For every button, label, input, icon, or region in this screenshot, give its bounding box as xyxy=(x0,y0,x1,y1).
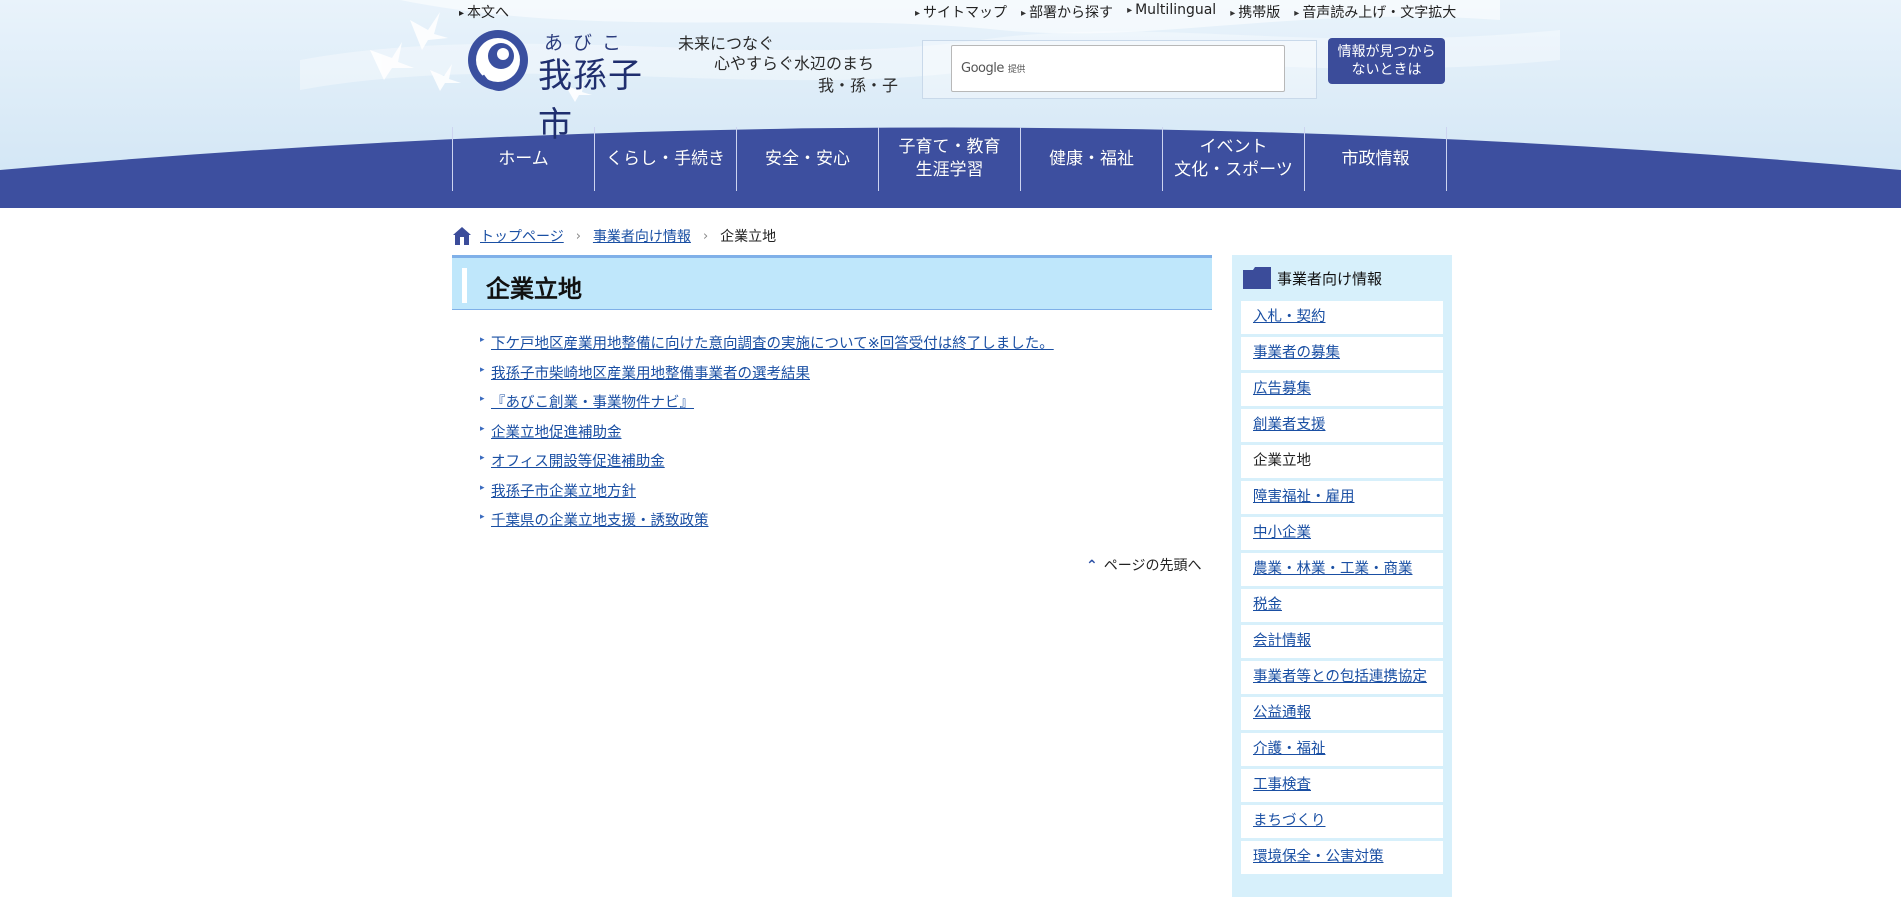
sidebar-item: まちづくり xyxy=(1241,805,1443,838)
page-title: 企業立地 xyxy=(486,275,582,303)
main-content: 企業立地 下ケ戸地区産業用地整備に向けた意向調査の実施について※回答受付は終了し… xyxy=(452,255,1212,574)
accessibility-link[interactable]: 音声読み上げ・文字拡大 xyxy=(1294,2,1456,21)
chevron-right-icon: › xyxy=(575,228,581,244)
home-icon xyxy=(453,227,471,245)
breadcrumb-business-info[interactable]: 事業者向け情報 xyxy=(593,226,691,246)
sitemap-link[interactable]: サイトマップ xyxy=(915,2,1007,21)
sidebar: 事業者向け情報 入札・契約 事業者の募集 広告募集 創業者支援 企業立地 障害福… xyxy=(1232,255,1452,897)
sidebar-link[interactable]: 入札・契約 xyxy=(1253,309,1326,325)
back-to-top-link[interactable]: ページの先頭へ xyxy=(1086,555,1202,575)
department-search-link[interactable]: 部署から探す xyxy=(1021,2,1113,21)
site-logo[interactable]: あびこ 我孫子市 xyxy=(468,28,668,145)
utility-nav: サイトマップ 部署から探す Multilingual 携帯版 音声読み上げ・文字… xyxy=(915,2,1456,21)
sidebar-item: 会計情報 xyxy=(1241,625,1443,658)
sidebar-item-current: 企業立地 xyxy=(1241,445,1443,478)
multilingual-link[interactable]: Multilingual xyxy=(1127,2,1216,20)
city-tagline: 未来につなぐ 心やすらぐ水辺のまち 我・孫・子 xyxy=(668,28,904,98)
sidebar-link[interactable]: 農業・林業・工業・商業 xyxy=(1253,561,1413,577)
sidebar-current-label: 企業立地 xyxy=(1253,453,1311,469)
sidebar-item: 事業者の募集 xyxy=(1241,337,1443,370)
list-item: 千葉県の企業立地支援・誘致政策 xyxy=(480,509,1054,539)
breadcrumb-top-page[interactable]: トップページ xyxy=(480,226,564,246)
city-emblem-icon xyxy=(468,30,528,91)
content-link[interactable]: 企業立地促進補助金 xyxy=(491,425,622,441)
list-item: 我孫子市柴崎地区産業用地整備事業者の選考結果 xyxy=(480,362,1054,392)
gnav-safety[interactable]: 安全・安心 xyxy=(737,127,879,191)
google-brand-suffix: 提供 xyxy=(1007,65,1026,75)
content-link[interactable]: 下ケ戸地区産業用地整備に向けた意向調査の実施について※回答受付は終了しました。 xyxy=(491,336,1054,352)
global-nav: ホーム くらし・手続き 安全・安心 子育て・教育 生涯学習 健康・福祉 イベント… xyxy=(452,127,1447,191)
tagline-line-2: 心やすらぐ水辺のまち xyxy=(714,54,875,73)
sidebar-item: 中小企業 xyxy=(1241,517,1443,550)
breadcrumb-current: 企業立地 xyxy=(720,229,777,245)
gnav-home[interactable]: ホーム xyxy=(453,127,595,191)
sidebar-title: 事業者向け情報 xyxy=(1277,269,1383,288)
sidebar-link[interactable]: 介護・福祉 xyxy=(1253,741,1326,757)
sidebar-link[interactable]: 事業者の募集 xyxy=(1253,345,1340,361)
site-search: Google 提供 xyxy=(922,40,1317,99)
sidebar-link[interactable]: 広告募集 xyxy=(1253,381,1311,397)
cannot-find-info-button[interactable]: 情報が見つから ないときは xyxy=(1328,38,1445,84)
sidebar-header: 事業者向け情報 xyxy=(1243,265,1382,291)
sidebar-item: 障害福祉・雇用 xyxy=(1241,481,1443,514)
sidebar-link[interactable]: 環境保全・公害対策 xyxy=(1253,849,1384,865)
sidebar-item: 事業者等との包括連携協定 xyxy=(1241,661,1443,694)
gnav-city-info[interactable]: 市政情報 xyxy=(1305,127,1447,191)
content-link[interactable]: 我孫子市企業立地方針 xyxy=(491,484,636,500)
google-brand-text: Google xyxy=(961,61,1004,76)
sidebar-link[interactable]: 公益通報 xyxy=(1253,705,1311,721)
sidebar-link[interactable]: まちづくり xyxy=(1253,813,1326,829)
chevron-right-icon: › xyxy=(702,228,709,244)
mobile-version-link[interactable]: 携帯版 xyxy=(1230,2,1280,21)
content-link[interactable]: 我孫子市柴崎地区産業用地整備事業者の選考結果 xyxy=(491,366,810,382)
sidebar-item: 工事検査 xyxy=(1241,769,1443,802)
sidebar-item: 介護・福祉 xyxy=(1241,733,1443,766)
breadcrumb: トップページ › 事業者向け情報 › 企業立地 xyxy=(452,224,776,248)
content-link-list: 下ケ戸地区産業用地整備に向けた意向調査の実施について※回答受付は終了しました。 … xyxy=(480,332,1054,539)
tagline-line-3: 我・孫・子 xyxy=(818,76,899,95)
sidebar-link[interactable]: 工事検査 xyxy=(1253,777,1311,793)
sidebar-link[interactable]: 税金 xyxy=(1253,597,1282,613)
list-item: 企業立地促進補助金 xyxy=(480,421,1054,451)
sidebar-item: 環境保全・公害対策 xyxy=(1241,841,1443,874)
sidebar-link[interactable]: 創業者支援 xyxy=(1253,417,1326,433)
gnav-childcare-education[interactable]: 子育て・教育 生涯学習 xyxy=(879,127,1021,191)
sidebar-list: 入札・契約 事業者の募集 広告募集 創業者支援 企業立地 障害福祉・雇用 中小企… xyxy=(1241,301,1443,877)
sidebar-item: 広告募集 xyxy=(1241,373,1443,406)
sidebar-item: 創業者支援 xyxy=(1241,409,1443,442)
list-item: 我孫子市企業立地方針 xyxy=(480,480,1054,510)
page-title-bar: 企業立地 xyxy=(452,255,1212,310)
sidebar-item: 農業・林業・工業・商業 xyxy=(1241,553,1443,586)
google-branding: Google 提供 xyxy=(961,61,1025,76)
sidebar-item: 税金 xyxy=(1241,589,1443,622)
gnav-events-culture[interactable]: イベント 文化・スポーツ xyxy=(1163,127,1305,191)
content-link[interactable]: 千葉県の企業立地支援・誘致政策 xyxy=(491,513,709,529)
sidebar-item: 入札・契約 xyxy=(1241,301,1443,334)
list-item: 下ケ戸地区産業用地整備に向けた意向調査の実施について※回答受付は終了しました。 xyxy=(480,332,1054,362)
sidebar-link[interactable]: 事業者等との包括連携協定 xyxy=(1253,669,1427,685)
sidebar-link[interactable]: 中小企業 xyxy=(1253,525,1311,541)
content-link[interactable]: 『あびこ創業・事業物件ナビ』 xyxy=(491,395,694,411)
list-item: オフィス開設等促進補助金 xyxy=(480,450,1054,480)
gnav-health-welfare[interactable]: 健康・福祉 xyxy=(1021,127,1163,191)
content-link[interactable]: オフィス開設等促進補助金 xyxy=(491,454,665,470)
gnav-living-procedures[interactable]: くらし・手続き xyxy=(595,127,737,191)
skip-to-content-link[interactable]: 本文へ xyxy=(459,2,509,22)
sidebar-link[interactable]: 会計情報 xyxy=(1253,633,1311,649)
sidebar-link[interactable]: 障害福祉・雇用 xyxy=(1253,489,1355,505)
sidebar-item: 公益通報 xyxy=(1241,697,1443,730)
list-item: 『あびこ創業・事業物件ナビ』 xyxy=(480,391,1054,421)
folder-icon xyxy=(1243,267,1271,289)
